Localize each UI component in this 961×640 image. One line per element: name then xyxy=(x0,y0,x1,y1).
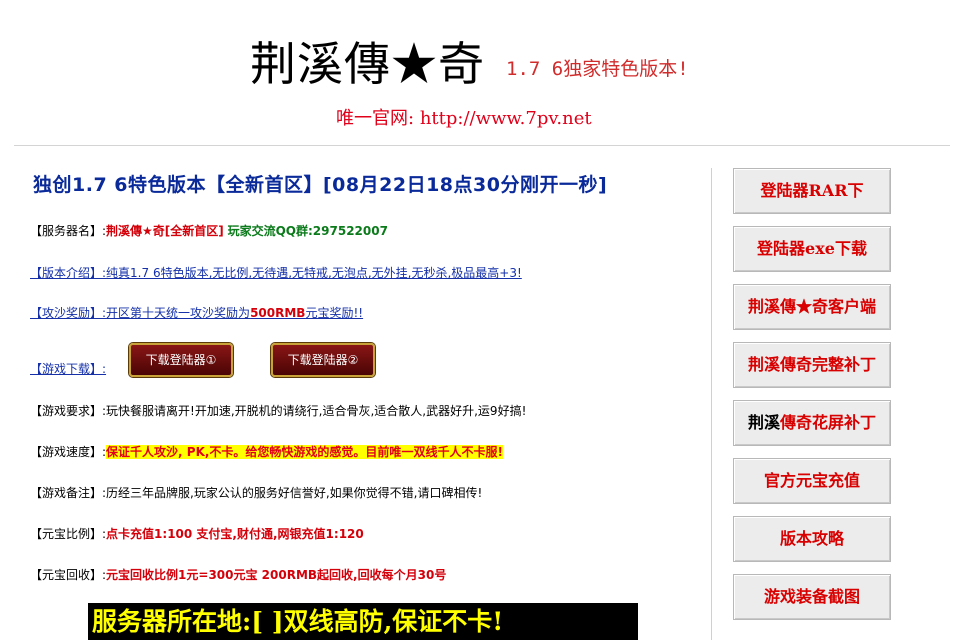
headline-version: 独创1.7 6特色版本【全新首区】 xyxy=(33,174,323,196)
notes-value: 历经三年品牌服,玩家公认的服务好信誉好,如果你觉得不错,请口碑相传! xyxy=(106,486,483,500)
official-label: 唯一官网: xyxy=(336,108,415,129)
siege-reward-value: 开区第十天统一攻沙奖励为 xyxy=(106,306,251,320)
official-url-link[interactable]: http://www.7pv.net xyxy=(420,108,592,129)
site-title: 荆溪傳★奇 xyxy=(250,28,485,94)
row-label: 【元宝比例】: xyxy=(30,527,107,541)
version-subtitle: 1.7 6独家特色版本! xyxy=(506,58,689,80)
info-row-notes: 【游戏备注】:历经三年品牌服,玩家公认的服务好信誉好,如果你觉得不错,请口碑相传… xyxy=(30,484,482,501)
server-name-value: 荆溪傳★奇[全新首区] xyxy=(106,224,224,238)
vertical-divider xyxy=(711,168,712,640)
info-row-siege-reward[interactable]: 【攻沙奖励】:开区第十天统一攻沙奖励为500RMB元宝奖励!! xyxy=(30,304,363,321)
requirements-value: 玩快餐服请离开!开加速,开脱机的请绕行,适合骨灰,适合散人,武器好升,运9好搞! xyxy=(106,404,527,418)
info-row-server-name: 【服务器名】:荆溪傳★奇[全新首区] 玩家交流QQ群:297522007 xyxy=(30,222,388,239)
sidebar-item-client[interactable]: 荆溪傳★奇客户端 xyxy=(733,284,891,330)
sidebar-item-label: 傳奇花屏补丁 xyxy=(780,413,877,432)
ingot-ratio-value: 点卡充值1:100 支付宝,财付通,网银充值1:120 xyxy=(106,527,364,541)
row-label: 【游戏要求】: xyxy=(30,404,107,418)
info-row-requirements: 【游戏要求】:玩快餐服请离开!开加速,开脱机的请绕行,适合骨灰,适合散人,武器好… xyxy=(30,402,526,419)
row-label: 【版本介绍】: xyxy=(30,266,107,280)
sidebar-item-guide[interactable]: 版本攻略 xyxy=(733,516,891,562)
site-title-part2: 奇 xyxy=(438,37,485,91)
site-header: 荆溪傳★奇 1.7 6独家特色版本! 唯一官网: http://www.7pv.… xyxy=(0,0,961,150)
row-label: 【游戏下载】: xyxy=(30,362,107,376)
row-label: 【攻沙奖励】: xyxy=(30,306,107,320)
star-icon: ★ xyxy=(391,37,438,91)
ingot-recycle-value: 元宝回收比例1元=300元宝 200RMB起回收,回收每个月30号 xyxy=(106,568,447,582)
download-launcher-2-button[interactable]: 下载登陆器② xyxy=(271,343,375,377)
sidebar-item-display-patch[interactable]: 荆溪傳奇花屏补丁 xyxy=(733,400,891,446)
sidebar-item-launcher-rar[interactable]: 登陆器RAR下 xyxy=(733,168,891,214)
siege-reward-tail: 元宝奖励!! xyxy=(305,306,364,320)
sidebar-item-label-prefix: 荆溪 xyxy=(747,413,780,432)
row-label: 【游戏速度】: xyxy=(30,445,107,459)
sidebar-item-recharge[interactable]: 官方元宝充值 xyxy=(733,458,891,504)
info-row-version[interactable]: 【版本介绍】:纯真1.7 6特色版本,无比例,无待遇,无特戒,无泡点,无外挂,无… xyxy=(30,264,522,281)
info-row-speed: 【游戏速度】:保证千人攻沙, PK,不卡。给您畅快游戏的感觉。目前唯一双线千人不… xyxy=(30,443,503,460)
sidebar-item-full-patch[interactable]: 荆溪傳奇完整补丁 xyxy=(733,342,891,388)
server-location-banner: 服务器所在地:[ ]双线高防,保证不卡! xyxy=(88,603,638,640)
info-row-ingot-ratio: 【元宝比例】:点卡充值1:100 支付宝,财付通,网银充值1:120 xyxy=(30,525,364,542)
row-label: 【游戏备注】: xyxy=(30,486,107,500)
headline-date: [08月22日18点30分刚开一秒] xyxy=(323,174,608,196)
version-intro-value: 纯真1.7 6特色版本,无比例,无待遇,无特戒,无泡点,无外挂,无秒杀,极品最高… xyxy=(106,266,522,280)
official-site: 唯一官网: http://www.7pv.net xyxy=(336,104,592,130)
sidebar-item-launcher-exe[interactable]: 登陆器exe下载 xyxy=(733,226,891,272)
divider xyxy=(14,145,950,146)
download-launcher-1-button[interactable]: 下载登陆器① xyxy=(129,343,233,377)
row-label: 【元宝回收】: xyxy=(30,568,107,582)
sidebar-item-screenshots[interactable]: 游戏装备截图 xyxy=(733,574,891,620)
main-content: 独创1.7 6特色版本【全新首区】[08月22日18点30分刚开一秒] 【服务器… xyxy=(0,150,711,640)
headline: 独创1.7 6特色版本【全新首区】[08月22日18点30分刚开一秒] xyxy=(33,170,607,197)
info-row-ingot-recycle: 【元宝回收】:元宝回收比例1元=300元宝 200RMB起回收,回收每个月30号 xyxy=(30,566,446,583)
info-row-download: 【游戏下载】: xyxy=(30,360,106,377)
qq-group-text: 玩家交流QQ群:297522007 xyxy=(227,224,388,238)
siege-reward-amount: 500RMB xyxy=(250,306,306,320)
site-title-part1: 荆溪傳 xyxy=(250,37,391,91)
speed-value: 保证千人攻沙, PK,不卡。给您畅快游戏的感觉。目前唯一双线千人不卡服! xyxy=(106,445,503,459)
row-label: 【服务器名】: xyxy=(30,224,107,238)
